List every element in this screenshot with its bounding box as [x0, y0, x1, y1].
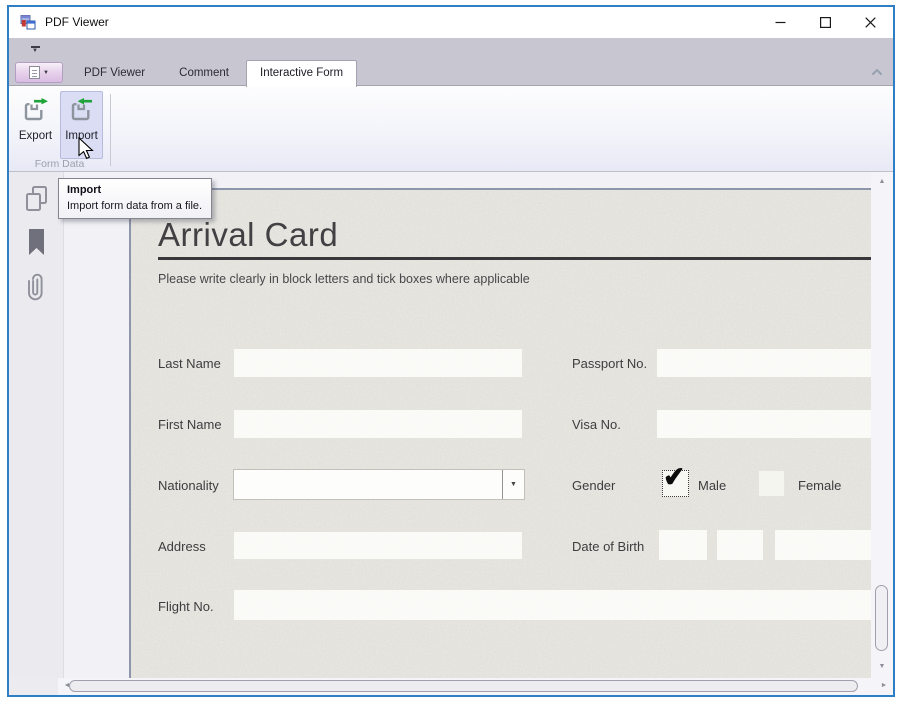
export-form-data-icon [22, 98, 49, 123]
app-window-icon [20, 14, 36, 30]
vertical-scrollbar-thumb[interactable] [875, 585, 888, 651]
first-name-label: First Name [158, 417, 222, 432]
navigation-sidebar [9, 172, 64, 678]
main-area: Arrival Card Please write clearly in blo… [9, 172, 893, 678]
male-label: Male [698, 478, 726, 493]
paperclip-icon [25, 270, 49, 304]
export-label: Export [19, 130, 52, 142]
pages-icon [23, 185, 51, 213]
document-view: Arrival Card Please write clearly in blo… [65, 172, 871, 678]
gender-female-checkbox[interactable] [758, 470, 785, 497]
passport-no-label: Passport No. [572, 356, 647, 371]
export-button[interactable]: Export [14, 91, 57, 159]
document-icon [29, 66, 40, 79]
import-button[interactable]: Import [60, 91, 103, 159]
import-form-data-icon [68, 98, 95, 123]
gender-label: Gender [572, 478, 615, 493]
flight-no-field[interactable] [233, 589, 890, 621]
date-of-birth-label: Date of Birth [572, 539, 644, 554]
application-menu-button[interactable]: ▼ [15, 62, 63, 83]
address-label: Address [158, 539, 206, 554]
quick-access-toolbar: ▼ [9, 38, 893, 60]
chevron-down-icon: ▼ [32, 49, 38, 54]
dob-day-field[interactable] [658, 529, 708, 561]
titlebar: PDF Viewer [9, 7, 893, 38]
close-button[interactable] [848, 7, 893, 38]
screen: PDF Viewer ▼ ▼ PDF Viewer Comment [0, 0, 907, 711]
window-controls [758, 7, 893, 38]
passport-no-field[interactable] [656, 348, 890, 378]
chevron-down-icon: ▼ [43, 70, 49, 76]
female-label: Female [798, 478, 841, 493]
minimize-icon [775, 17, 786, 28]
nationality-combobox[interactable]: ▼ [233, 469, 525, 500]
horizontal-scrollbar[interactable]: ◄ ► [58, 678, 893, 695]
minimize-button[interactable] [758, 7, 803, 38]
document-title: Arrival Card [158, 216, 338, 254]
nationality-dropdown-button[interactable]: ▼ [502, 470, 524, 499]
collapse-ribbon-button[interactable] [869, 65, 885, 81]
ribbon-tabs: PDF Viewer Comment Interactive Form [67, 60, 357, 86]
scroll-right-button[interactable]: ► [877, 680, 891, 692]
pdf-page: Arrival Card Please write clearly in blo… [129, 188, 893, 678]
scroll-up-button[interactable]: ▲ [875, 176, 889, 188]
import-label: Import [65, 130, 98, 142]
last-name-field[interactable] [233, 348, 523, 378]
maximize-button[interactable] [803, 7, 848, 38]
document-subtitle: Please write clearly in block letters an… [158, 272, 530, 286]
tab-interactive-form[interactable]: Interactive Form [246, 60, 357, 87]
ribbon-body: Export Import Form Data [9, 86, 893, 172]
window-title: PDF Viewer [45, 7, 109, 38]
nationality-label: Nationality [158, 478, 219, 493]
attachments-button[interactable] [22, 270, 52, 302]
vertical-scrollbar[interactable]: ▲ ▼ [871, 172, 893, 678]
pdf-viewer-window: PDF Viewer ▼ ▼ PDF Viewer Comment [7, 5, 895, 697]
form-data-group-label: Form Data [9, 158, 110, 170]
checkmark-icon: ✔ [662, 461, 687, 494]
tooltip-title: Import [67, 184, 202, 196]
tooltip-description: Import form data from a file. [67, 200, 202, 212]
import-tooltip: Import Import form data from a file. [58, 178, 212, 219]
horizontal-scrollbar-thumb[interactable] [69, 680, 858, 692]
tab-comment[interactable]: Comment [162, 60, 246, 86]
first-name-field[interactable] [233, 409, 523, 439]
tab-pdf-viewer[interactable]: PDF Viewer [67, 60, 162, 86]
address-field[interactable] [233, 531, 523, 560]
chevron-down-icon: ▼ [510, 481, 517, 488]
scroll-down-button[interactable]: ▼ [875, 661, 889, 673]
visa-no-label: Visa No. [572, 417, 621, 432]
close-icon [865, 17, 876, 28]
title-rule [158, 257, 890, 260]
gender-male-checkbox[interactable]: ✔ [662, 470, 689, 497]
bookmarks-button[interactable] [22, 228, 52, 260]
ribbon-tab-row: ▼ PDF Viewer Comment Interactive Form [9, 60, 893, 86]
ribbon-group-separator [110, 94, 111, 166]
flight-no-label: Flight No. [158, 599, 214, 614]
scrollbar-corner [9, 678, 58, 695]
page-thumbnails-button[interactable] [22, 184, 52, 216]
bookmark-icon [24, 228, 50, 258]
maximize-icon [820, 17, 831, 28]
qat-customize-button[interactable]: ▼ [25, 42, 45, 57]
dob-month-field[interactable] [716, 529, 764, 561]
visa-no-field[interactable] [656, 409, 890, 439]
last-name-label: Last Name [158, 356, 221, 371]
chevron-up-icon [870, 65, 884, 79]
